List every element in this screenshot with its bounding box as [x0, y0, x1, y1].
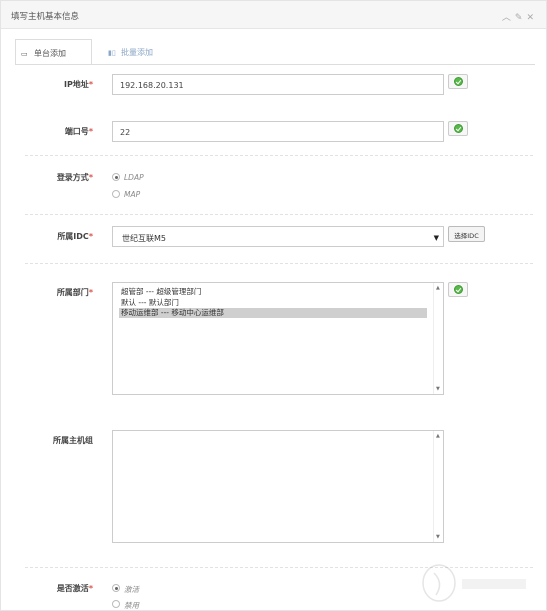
- tab-label: 单台添加: [34, 49, 66, 58]
- tab-underline: [15, 64, 535, 65]
- list-item[interactable]: 超管部 --- 超级管理部门: [119, 287, 427, 297]
- active-label: 是否激活*: [56, 584, 93, 593]
- port-input[interactable]: 22: [112, 121, 444, 142]
- divider: [25, 155, 533, 156]
- list-item-selected[interactable]: 移动运维部 --- 移动中心运维部: [119, 308, 427, 318]
- dept-label: 所属部门*: [56, 288, 93, 297]
- panel-header: 填写主机基本信息 ︿✎✕: [1, 1, 546, 29]
- check-icon: [454, 77, 463, 86]
- select-idc-button[interactable]: 选择IDC: [448, 226, 485, 242]
- close-icon[interactable]: ✕: [526, 13, 538, 23]
- idc-label: 所属IDC*: [57, 232, 93, 241]
- idc-selected-value: 世纪互联M5: [122, 234, 166, 243]
- tab-single-add[interactable]: ▭ 单台添加: [15, 39, 92, 65]
- dept-check-button[interactable]: [448, 282, 468, 297]
- panel-title: 填写主机基本信息: [11, 12, 80, 22]
- radio-button[interactable]: [112, 173, 120, 181]
- dept-listbox[interactable]: 超管部 --- 超级管理部门 默认 --- 默认部门 移动运维部 --- 移动中…: [112, 282, 444, 395]
- ip-input[interactable]: 192.168.20.131: [112, 74, 444, 95]
- hostgroup-listbox[interactable]: ▲ ▼: [112, 430, 444, 543]
- scroll-up-icon[interactable]: ▲: [436, 285, 440, 291]
- panel-header-icons: ︿✎✕: [502, 10, 538, 23]
- scroll-up-icon[interactable]: ▲: [436, 433, 440, 439]
- ip-check-button[interactable]: [448, 74, 468, 89]
- check-icon: [454, 285, 463, 294]
- tab-label: 批量添加: [121, 48, 153, 57]
- login-label: 登录方式*: [56, 173, 93, 182]
- wrench-icon[interactable]: ✎: [515, 13, 527, 23]
- host-info-panel: 填写主机基本信息 ︿✎✕ ▭ 单台添加 ▮▯ 批量添加 IP地址* 192.168.…: [0, 0, 547, 611]
- bar-chart-icon: ▮▯: [108, 49, 116, 57]
- scrollbar[interactable]: ▲ ▼: [433, 283, 443, 394]
- hostgroup-label: 所属主机组: [53, 436, 93, 445]
- idc-select[interactable]: 世纪互联M5 ▼: [112, 226, 444, 247]
- watermark-logo: [422, 564, 526, 602]
- window-icon: ▭: [21, 50, 28, 58]
- scroll-down-icon[interactable]: ▼: [436, 386, 440, 392]
- divider: [25, 263, 533, 264]
- caret-down-icon: ▼: [433, 234, 439, 242]
- scroll-down-icon[interactable]: ▼: [436, 534, 440, 540]
- radio-button[interactable]: [112, 600, 120, 608]
- scrollbar[interactable]: ▲ ▼: [433, 431, 443, 542]
- radio-button[interactable]: [112, 584, 120, 592]
- list-item[interactable]: 默认 --- 默认部门: [119, 298, 427, 308]
- divider: [25, 214, 533, 215]
- port-check-button[interactable]: [448, 121, 468, 136]
- radio-button[interactable]: [112, 190, 120, 198]
- chevron-up-icon[interactable]: ︿: [502, 10, 515, 23]
- tab-batch-add[interactable]: ▮▯ 批量添加: [97, 39, 187, 65]
- check-icon: [454, 124, 463, 133]
- port-label: 端口号*: [64, 127, 93, 136]
- ip-label: IP地址*: [63, 80, 93, 89]
